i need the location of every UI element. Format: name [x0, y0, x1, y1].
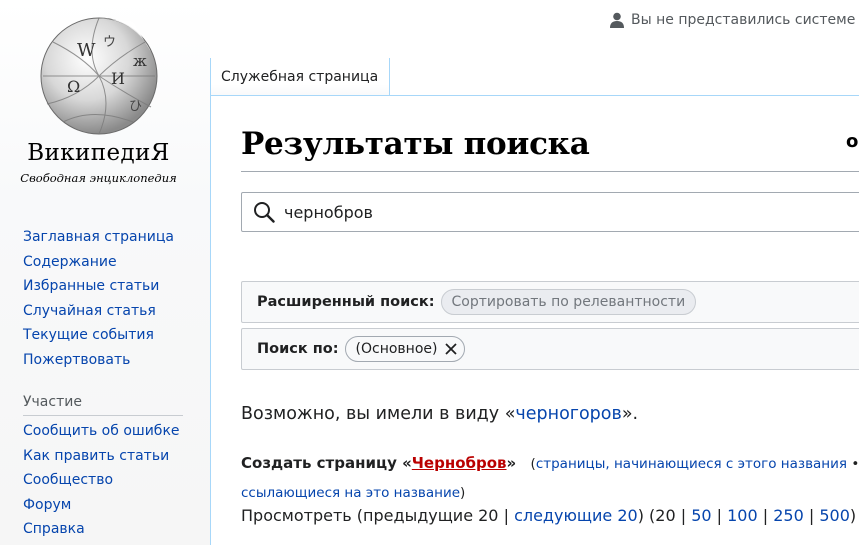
namespace-filter-label: Поиск по: [257, 341, 339, 357]
sort-relevance-chip[interactable]: Сортировать по релевантности [440, 289, 697, 315]
advanced-search-label: Расширенный поиск: [257, 294, 435, 310]
logo-wordmark[interactable]: ВикипедиЯ [0, 140, 197, 166]
did-you-mean-prefix: Возможно, вы имели в виду « [241, 404, 516, 424]
nav-link-community[interactable]: Сообщество [23, 472, 113, 488]
bullet-separator: • [847, 456, 859, 472]
nav-link-forum[interactable]: Форум [23, 497, 71, 513]
personal-tools: Вы не представились системе С [610, 10, 859, 30]
create-page-text: Создать страницу «Чернобров» [241, 454, 516, 472]
participation-navigation: Сообщить об ошибке Как править статьи Со… [23, 423, 180, 545]
pager-count-50[interactable]: 50 [691, 506, 711, 525]
what-links-here-link[interactable]: ссылающиеся на это название [241, 485, 460, 501]
pager-next-link[interactable]: следующие 20 [514, 506, 638, 525]
did-you-mean: Возможно, вы имели в виду «черногоров». [241, 404, 638, 424]
results-pager: Просмотреть (предыдущие 20 | следующие 2… [241, 506, 857, 525]
namespace-filter-panel[interactable]: Поиск по: (Основное) [241, 328, 859, 370]
nav-item-community: Сообщество [23, 472, 180, 497]
globe-glyph: И [111, 69, 125, 88]
search-box[interactable] [241, 192, 859, 232]
globe-glyph: Ω [67, 77, 80, 96]
nav-item-forum: Форум [23, 497, 180, 522]
pager-count-20[interactable]: 20 [655, 506, 675, 525]
globe-glyph: ウ [103, 35, 116, 50]
nav-item-how-to-edit: Как править статьи [23, 448, 180, 473]
create-page-notice: Создать страницу «Чернобров» (страницы, … [241, 449, 859, 507]
nav-link-donate[interactable]: Пожертвовать [23, 352, 130, 368]
pager-prev: (предыдущие 20 [356, 506, 499, 525]
nav-link-random[interactable]: Случайная статья [23, 303, 156, 319]
globe-glyph: ひ [129, 99, 142, 114]
main-navigation: Заглавная страница Содержание Избранные … [23, 229, 174, 376]
left-panel: W Ω И ж ウ ひ ВикипедиЯ Свободная энциклоп… [0, 0, 210, 545]
nav-link-current-events[interactable]: Текущие события [23, 327, 154, 343]
nav-item-report-error: Сообщить об ошибке [23, 423, 180, 448]
tab-special-page[interactable]: Служебная страница [210, 58, 390, 96]
nav-heading-participation: Участие [23, 394, 183, 416]
nav-link-contents[interactable]: Содержание [23, 254, 117, 270]
pager-count-250[interactable]: 250 [773, 506, 804, 525]
nav-link-main-page[interactable]: Заглавная страница [23, 229, 174, 245]
search-icon [254, 202, 275, 223]
search-input[interactable] [284, 202, 784, 222]
prefix-index-link[interactable]: страницы, начинающиеся с этого названия [536, 456, 847, 472]
logo-tagline: Свободная энциклопедия [20, 171, 177, 185]
nav-link-report-error[interactable]: Сообщить об ошибке [23, 423, 180, 439]
namespace-chip-label: (Основное) [355, 341, 438, 357]
nav-item-main-page: Заглавная страница [23, 229, 174, 254]
page-title-indicator[interactable]: о [846, 131, 858, 152]
advanced-search-panel[interactable]: Расширенный поиск: Сортировать по релева… [241, 281, 859, 323]
pager-view-label: Просмотреть [241, 506, 352, 525]
create-page-prefix: Создать страницу « [241, 454, 412, 472]
pager-close: ) [637, 506, 644, 525]
globe-glyph: ж [133, 52, 147, 70]
nav-item-help: Справка [23, 521, 180, 545]
nav-item-donate: Пожертвовать [23, 352, 174, 377]
user-icon [610, 12, 624, 28]
nav-item-contents: Содержание [23, 254, 174, 279]
create-page-suffix: » [506, 454, 517, 472]
related-paren-close: ) [460, 485, 466, 501]
nav-item-current-events: Текущие события [23, 327, 174, 352]
namespace-chip[interactable]: (Основное) [344, 336, 466, 362]
nav-link-help[interactable]: Справка [23, 521, 85, 537]
nav-link-how-to-edit[interactable]: Как править статьи [23, 448, 169, 464]
page-title: Результаты поиска [241, 126, 859, 172]
nav-link-featured[interactable]: Избранные статьи [23, 278, 159, 294]
nav-item-featured: Избранные статьи [23, 278, 174, 303]
nav-item-random: Случайная статья [23, 303, 174, 328]
pager-count-100[interactable]: 100 [727, 506, 758, 525]
did-you-mean-suffix: ». [621, 404, 639, 424]
pager-count-500[interactable]: 500 [819, 506, 850, 525]
create-page-link[interactable]: Чернобров [412, 454, 507, 472]
not-logged-in-text: Вы не представились системе [631, 12, 856, 28]
did-you-mean-link[interactable]: черногоров [515, 404, 621, 424]
globe-glyph: W [77, 40, 96, 61]
main-content: Результаты поиска о Расширенный поиск: С… [210, 95, 859, 545]
pager-sep: | [503, 506, 509, 525]
close-icon[interactable] [444, 342, 458, 356]
wikipedia-globe-logo[interactable]: W Ω И ж ウ ひ [33, 12, 165, 137]
